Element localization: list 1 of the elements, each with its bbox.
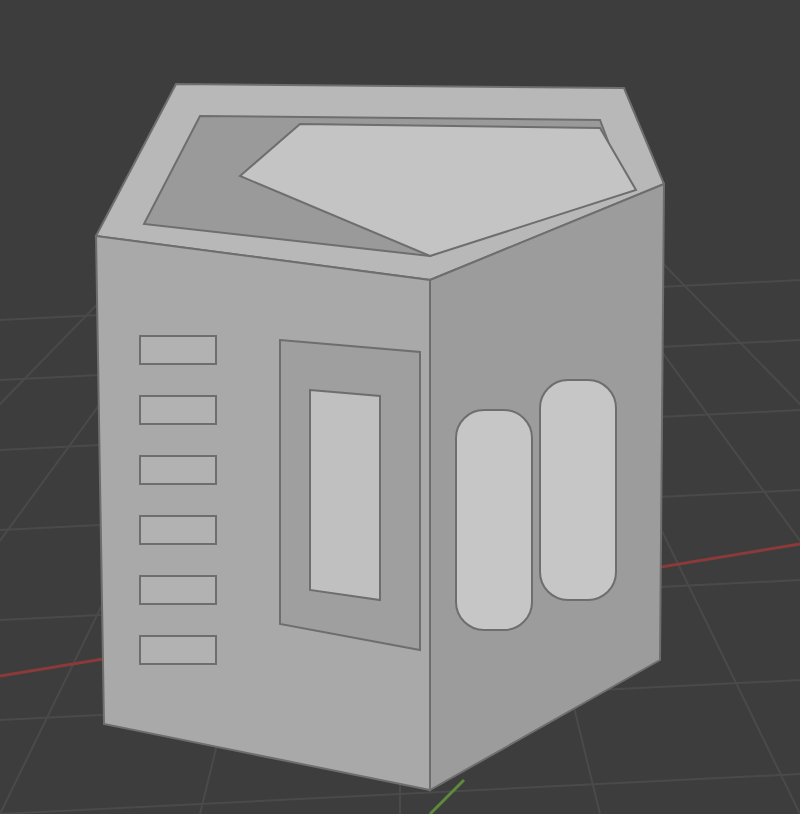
y-axis-line bbox=[428, 778, 466, 814]
